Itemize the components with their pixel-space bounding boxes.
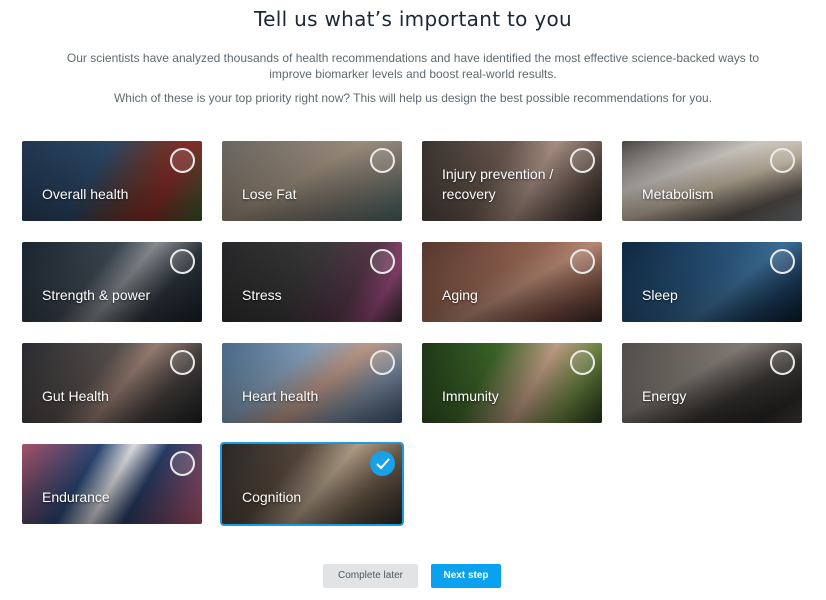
option-overall-health[interactable]: Overall health [22, 141, 202, 221]
checkbox-icon[interactable] [370, 350, 395, 375]
option-label: Endurance [42, 489, 110, 505]
option-label: Lose Fat [242, 186, 297, 202]
checkbox-icon[interactable] [170, 451, 195, 476]
option-label: Immunity [442, 388, 499, 404]
checkbox-icon[interactable] [370, 148, 395, 173]
checkbox-icon[interactable] [570, 148, 595, 173]
option-label: Heart health [242, 388, 319, 404]
option-label: Gut Health [42, 388, 109, 404]
option-label: Stress [242, 287, 282, 303]
option-label: Aging [442, 287, 478, 303]
checkmark-icon[interactable] [370, 451, 395, 476]
next-step-button[interactable]: Next step [431, 564, 501, 588]
option-gut-health[interactable]: Gut Health [22, 343, 202, 423]
option-sleep[interactable]: Sleep [622, 242, 802, 322]
option-cognition[interactable]: Cognition [220, 442, 404, 526]
priority-question: Which of these is your top priority righ… [113, 91, 713, 105]
checkbox-icon[interactable] [770, 148, 795, 173]
checkbox-icon[interactable] [570, 350, 595, 375]
option-label: Cognition [242, 489, 302, 505]
checkbox-icon[interactable] [170, 350, 195, 375]
checkbox-icon[interactable] [170, 249, 195, 274]
option-metabolism[interactable]: Metabolism [622, 141, 802, 221]
page-title: Tell us what’s important to you [254, 7, 572, 31]
checkbox-icon[interactable] [570, 249, 595, 274]
option-label: Strength & power [42, 287, 151, 303]
option-energy[interactable]: Energy [622, 343, 802, 423]
checkbox-icon[interactable] [370, 249, 395, 274]
option-label: Overall health [42, 186, 129, 202]
complete-later-button[interactable]: Complete later [323, 564, 418, 588]
option-aging[interactable]: Aging [422, 242, 602, 322]
option-immunity[interactable]: Immunity [422, 343, 602, 423]
option-injury-prevention[interactable]: Injury prevention / recovery [422, 141, 602, 221]
checkbox-icon[interactable] [770, 249, 795, 274]
option-stress[interactable]: Stress [222, 242, 402, 322]
option-endurance[interactable]: Endurance [22, 444, 202, 524]
option-heart-health[interactable]: Heart health [222, 343, 402, 423]
intro-description: Our scientists have analyzed thousands o… [66, 51, 760, 81]
option-lose-fat[interactable]: Lose Fat [222, 141, 402, 221]
option-label: Energy [642, 388, 687, 404]
checkbox-icon[interactable] [170, 148, 195, 173]
checkbox-icon[interactable] [770, 350, 795, 375]
option-strength-power[interactable]: Strength & power [22, 242, 202, 322]
option-label: Metabolism [642, 186, 714, 202]
option-label: Injury prevention / recovery [442, 166, 554, 202]
option-label: Sleep [642, 287, 678, 303]
